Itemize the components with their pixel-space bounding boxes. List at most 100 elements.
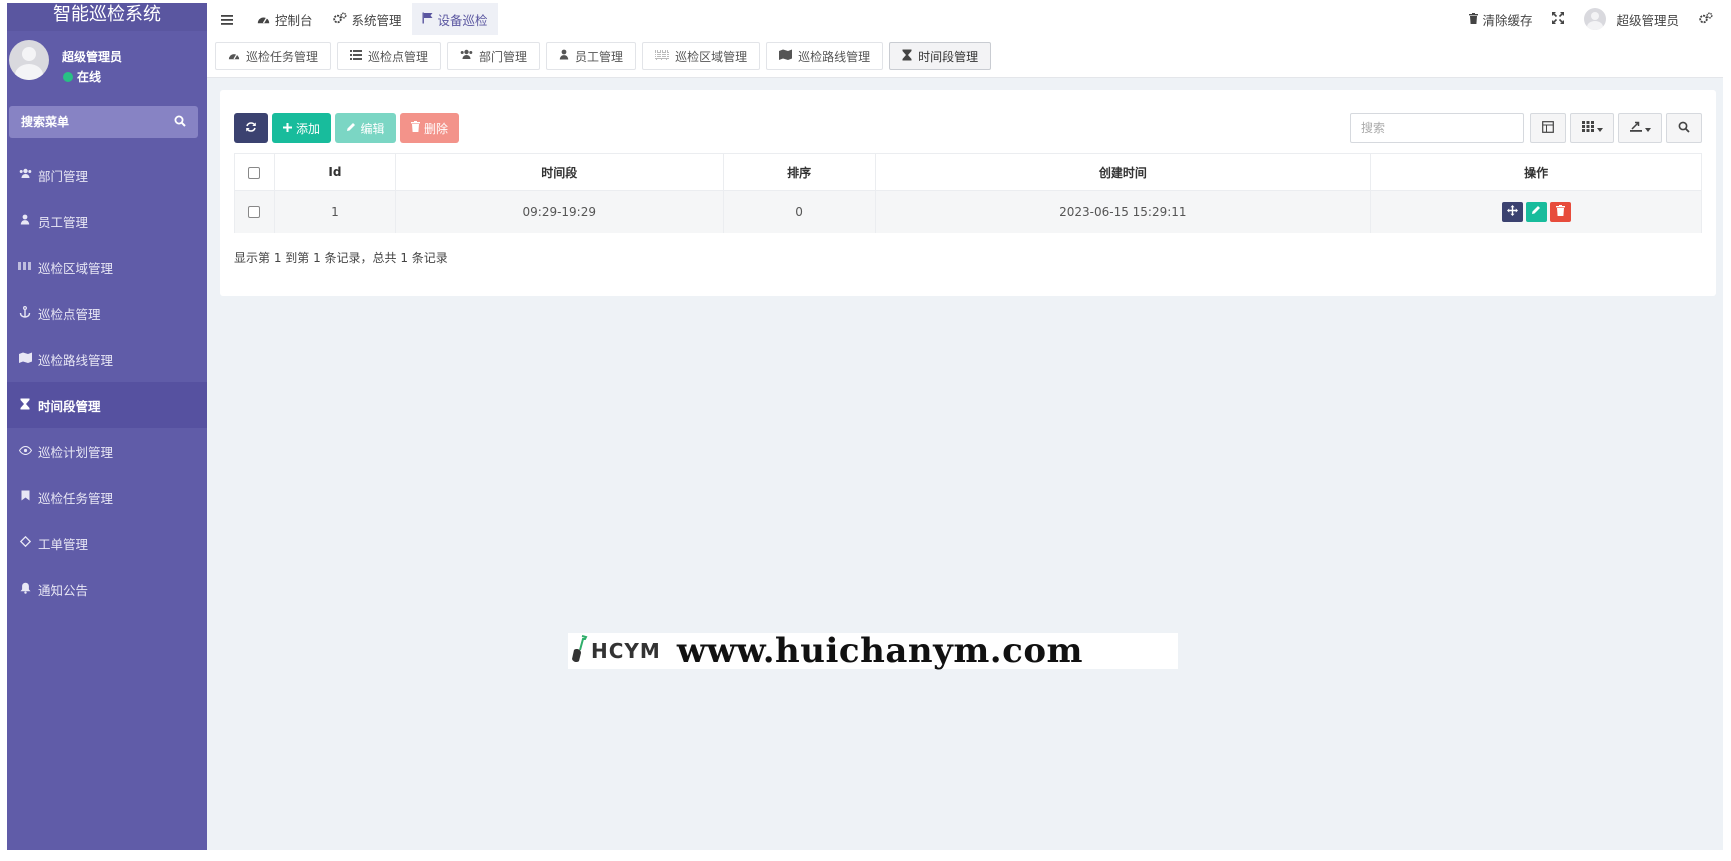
refresh-button[interactable] [234,113,268,143]
sidebar-item-plans[interactable]: 巡检计划管理 [7,428,207,474]
tab-label: 员工管理 [575,49,624,64]
user-menu[interactable]: 超级管理员 [1574,8,1689,30]
row-delete-button[interactable] [1549,201,1571,222]
diamond-icon [16,535,34,550]
sidebar-item-label: 巡检计划管理 [38,444,114,460]
sidebar-item-label: 巡检路线管理 [38,352,114,368]
column-header-id[interactable]: Id [273,153,396,191]
pencil-icon [346,121,356,135]
search-icon[interactable] [174,115,186,130]
sidebar-item-notices[interactable]: 通知公告 [7,566,207,612]
cell-created: 2023-06-15 15:29:11 [874,190,1372,233]
delete-button[interactable]: 删除 [400,113,459,143]
flag-icon [422,12,433,27]
tab-task-management[interactable]: 巡检任务管理 [215,42,332,70]
settings-button[interactable] [1689,11,1723,27]
table-toolbar: 添加 编辑 删除 [234,113,459,143]
top-right-tools: 清除缓存 超级管理员 [1459,3,1723,35]
sidebar-item-departments[interactable]: 部门管理 [7,152,207,198]
table-row[interactable]: 1 09:29-19:29 0 2023-06-15 15:29:11 [234,190,1702,233]
column-header-created[interactable]: 创建时间 [874,153,1372,191]
eye-icon [16,445,34,458]
anchor-icon [16,305,34,321]
watermark-url: www.huichanym.com [676,631,1083,671]
user-status: 在线 [63,68,101,85]
tab-label: 巡检路线管理 [798,49,871,64]
sidebar-item-tasks[interactable]: 巡检任务管理 [7,474,207,520]
add-button[interactable]: 添加 [272,113,331,143]
columns-button[interactable] [1570,113,1614,143]
caret-down-icon [1644,121,1651,135]
watermark-logo-text: HCYM [591,639,661,663]
topnav-system[interactable]: 系统管理 [323,3,412,35]
column-header-actions: 操作 [1370,153,1702,191]
cogs-icon [332,11,347,27]
sidebar-item-label: 工单管理 [38,536,89,552]
topnav-label: 控制台 [275,12,313,28]
top-navbar: 控制台 系统管理 设备巡检 清除缓存 超级管理员 [207,3,1723,35]
sidebar-item-time-periods[interactable]: 时间段管理 [7,382,207,428]
edit-label: 编辑 [360,121,385,136]
tab-department-management[interactable]: 部门管理 [447,42,541,70]
hourglass-icon [902,49,912,64]
sidebar-item-employees[interactable]: 员工管理 [7,198,207,244]
top-nav: 控制台 系统管理 设备巡检 [247,3,498,35]
add-label: 添加 [295,121,320,136]
delete-label: 删除 [423,121,448,136]
tab-point-management[interactable]: 巡检点管理 [337,42,442,70]
data-table: Id 时间段 排序 创建时间 操作 1 09:29-19:29 0 2023-0… [234,153,1702,233]
topnav-label: 设备巡检 [437,12,488,28]
sidebar-item-points[interactable]: 巡检点管理 [7,290,207,336]
cell-period: 09:29-19:29 [394,190,724,233]
map-icon [779,49,793,63]
tab-label: 巡检区域管理 [675,49,748,64]
export-button[interactable] [1618,113,1662,143]
tab-bar: 巡检任务管理 巡检点管理 部门管理 员工管理 巡检区域管理 巡检路线管理 时间段… [207,35,1723,78]
avatar [1584,8,1607,30]
brand-title[interactable]: 智能巡检系统 [7,3,207,31]
list-icon [350,49,363,63]
sidebar-search-input[interactable] [21,115,161,129]
tab-employee-management[interactable]: 员工管理 [546,42,637,70]
toggle-view-button[interactable] [1530,113,1566,143]
user-icon [16,214,34,228]
watermark-banner: HCYM www.huichanym.com [568,631,1178,671]
tab-time-period-management[interactable]: 时间段管理 [889,42,992,70]
column-header-sort[interactable]: 排序 [722,153,876,191]
tab-route-management[interactable]: 巡检路线管理 [766,42,884,70]
refresh-icon [245,121,257,136]
select-all-cell [234,153,275,191]
fullscreen-icon [1552,11,1565,27]
export-icon [1629,121,1642,135]
menu-toggle-icon[interactable] [207,10,247,29]
user-name: 超级管理员 [62,50,123,64]
select-all-checkbox[interactable] [248,166,261,179]
search-input[interactable] [1361,121,1513,135]
drag-sort-button[interactable] [1501,201,1523,222]
dashboard-icon [228,49,240,63]
cell-id: 1 [273,190,396,233]
clear-cache-button[interactable]: 清除缓存 [1459,10,1542,29]
trash-icon [1555,204,1565,219]
advanced-search-button[interactable] [1666,113,1702,143]
users-icon [16,168,34,182]
topnav-dashboard[interactable]: 控制台 [247,3,323,35]
topnav-label: 系统管理 [351,12,402,28]
cogs-icon [1699,11,1713,27]
column-header-period[interactable]: 时间段 [394,153,724,191]
edit-button[interactable]: 编辑 [335,113,396,143]
watermark-logo: HCYM [570,634,661,668]
tab-area-management[interactable]: 巡检区域管理 [642,42,761,70]
sidebar: 智能巡检系统 超级管理员 在线 部门管理 [7,3,207,850]
sidebar-item-routes[interactable]: 巡检路线管理 [7,336,207,382]
sidebar-item-work-orders[interactable]: 工单管理 [7,520,207,566]
pagination-summary: 显示第 1 到第 1 条记录，总共 1 条记录 [234,251,448,265]
row-checkbox[interactable] [248,206,261,219]
trash-icon [410,121,420,135]
row-edit-button[interactable] [1525,201,1547,222]
arrows-icon [1506,204,1518,219]
sidebar-item-areas[interactable]: 巡检区域管理 [7,244,207,290]
area-icon [654,49,669,63]
fullscreen-button[interactable] [1542,11,1574,27]
topnav-inspection[interactable]: 设备巡检 [411,3,498,35]
